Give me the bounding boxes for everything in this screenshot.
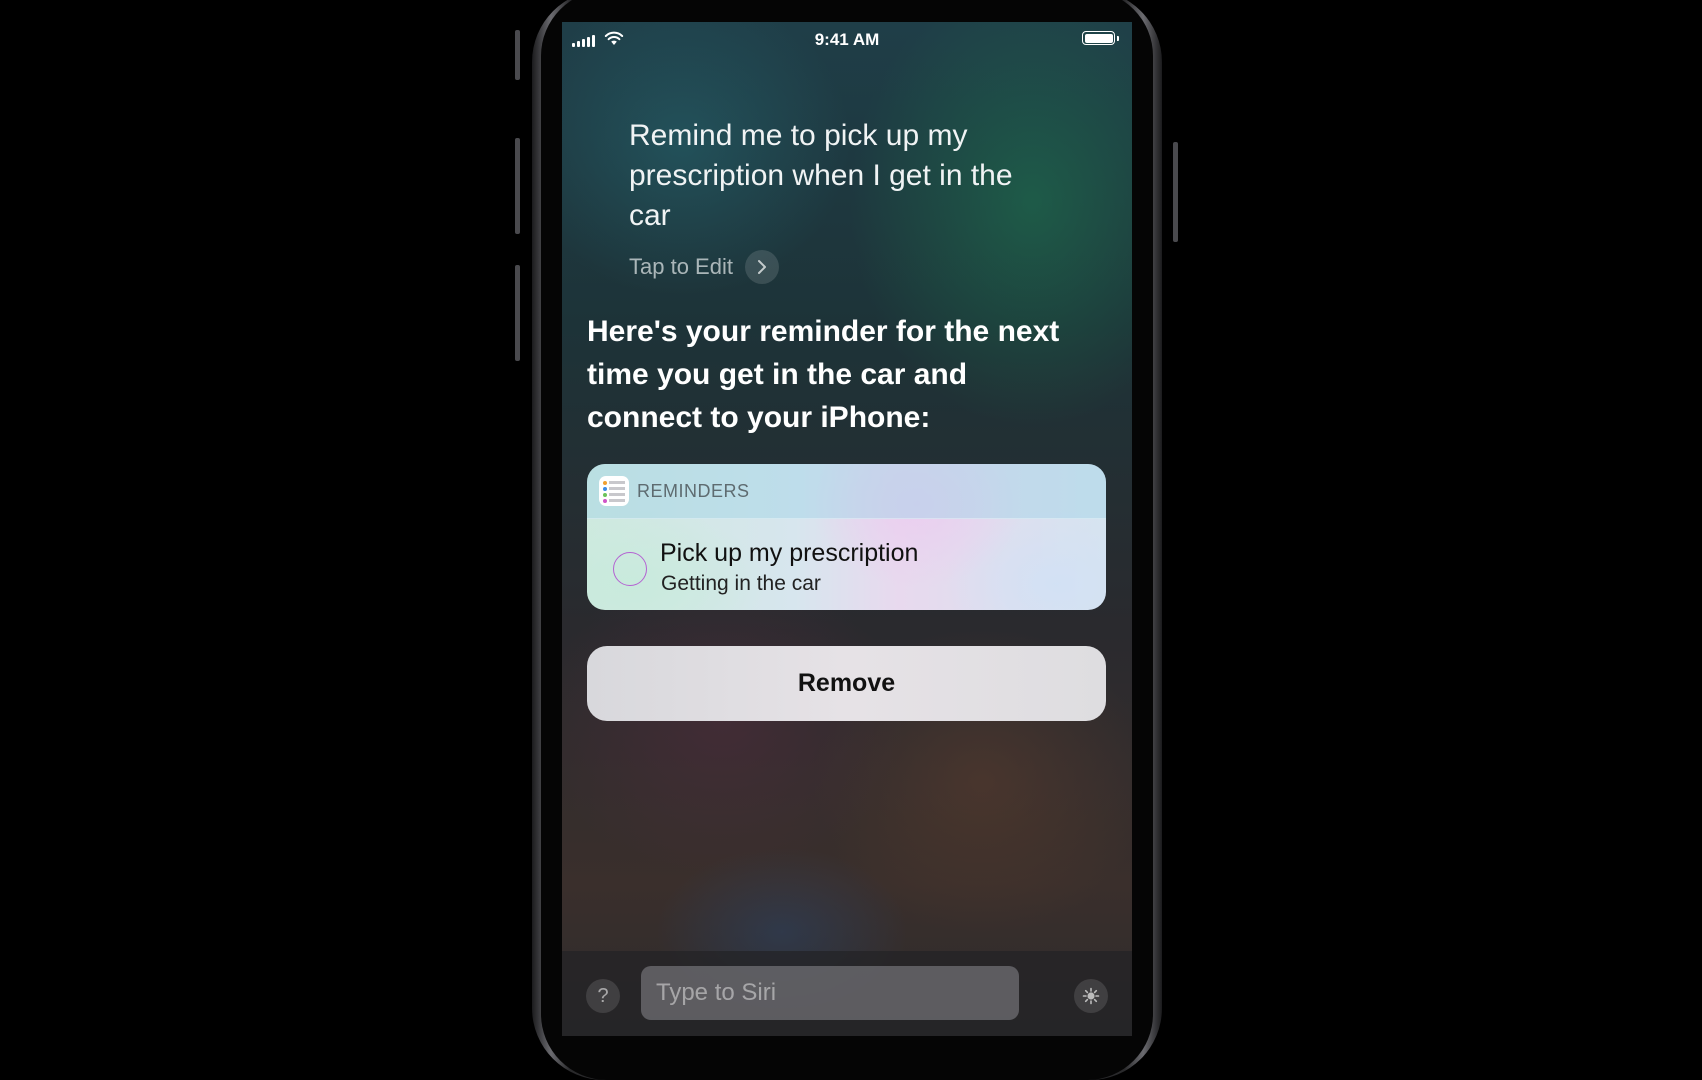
battery-icon [1082, 31, 1115, 45]
siri-response-text: Here's your reminder for the next time y… [587, 315, 1060, 434]
siri-query-text[interactable]: Remind me to pick up my prescription whe… [629, 116, 1049, 236]
tap-to-edit-label: Tap to Edit [629, 254, 733, 279]
status-time: 9:41 AM [814, 30, 880, 49]
tap-to-edit-button[interactable]: Tap to Edit [629, 250, 779, 284]
volume-up-button [515, 138, 520, 234]
reminder-card-header: REMINDERS [587, 464, 1106, 519]
siri-screen: 9:41 AM Remind me to pick up my prescrip… [562, 22, 1132, 1036]
type-to-siri-input[interactable]: Type to Siri [641, 966, 1019, 1020]
reminders-app-icon [599, 476, 629, 506]
help-icon[interactable]: ? [586, 979, 620, 1013]
siri-bottom-bar: ? Type to Siri [562, 951, 1132, 1036]
remove-button[interactable]: Remove [587, 646, 1106, 721]
reminders-app-label: REMINDERS [637, 481, 750, 501]
reminder-card[interactable]: REMINDERS Pick up my prescription Gettin… [587, 464, 1106, 610]
chevron-right-icon [744, 250, 779, 284]
mute-switch [515, 30, 520, 80]
status-bar: 9:41 AM [562, 22, 1132, 58]
reminder-subtitle: Getting in the car [661, 572, 821, 595]
power-button [1173, 142, 1178, 242]
reminder-title: Pick up my prescription [660, 539, 919, 567]
volume-down-button [515, 265, 520, 361]
siri-icon[interactable] [1074, 979, 1108, 1013]
battery-tip [1117, 36, 1119, 41]
checkbox-icon[interactable] [613, 552, 647, 586]
